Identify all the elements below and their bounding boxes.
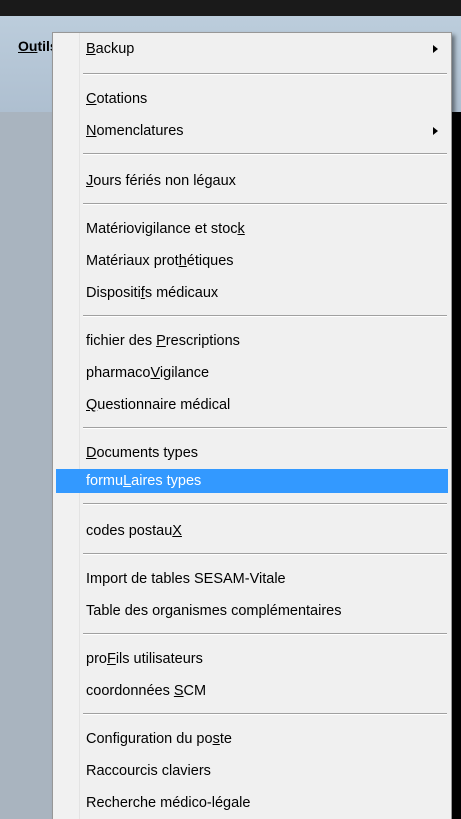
menu-separator xyxy=(83,633,447,635)
menu-item-label-pre: Raccourcis claviers xyxy=(86,763,211,779)
menu-separator xyxy=(83,203,447,205)
menu-item-label-post: ours fériés non légaux xyxy=(93,173,236,189)
menu-item-accel: Q xyxy=(86,397,98,413)
menu-item-accel: S xyxy=(173,683,184,699)
menu-separator xyxy=(83,427,447,429)
menu-item-label-post: igilance xyxy=(159,365,210,381)
menu-item-label-pre: Configuration du po xyxy=(86,731,213,747)
menu-separator xyxy=(83,153,447,155)
menu-item-label-pre: coordonnées xyxy=(86,683,174,699)
menu-item-label-post: CM xyxy=(183,683,207,699)
menu-item-label-post: ils utilisateurs xyxy=(115,651,203,667)
menu-item-accel: s xyxy=(212,731,220,747)
menu-item-accel: P xyxy=(156,333,166,349)
menu-item-pharmacovigilance[interactable]: pharmacoVigilance xyxy=(56,361,448,385)
menu-item-configuration-poste[interactable]: Configuration du poste xyxy=(56,727,448,751)
left-pane xyxy=(0,112,53,819)
menu-item-raccourcis-claviers[interactable]: Raccourcis claviers xyxy=(56,759,448,783)
menu-item-label-post: ackup xyxy=(95,41,135,57)
menu-item-label-pre: Matériaux prot xyxy=(86,253,179,269)
menu-item-label-post: omenclatures xyxy=(96,123,184,139)
menu-separator xyxy=(83,73,447,75)
menu-item-fichier-prescriptions[interactable]: fichier des Prescriptions xyxy=(56,329,448,353)
menu-item-codes-postaux[interactable]: codes postauX xyxy=(56,519,448,543)
menu-item-jours-feries[interactable]: Jours fériés non légaux xyxy=(56,169,448,193)
submenu-arrow-icon xyxy=(433,45,438,53)
menu-item-formulaires-types[interactable]: formuLaires types xyxy=(56,469,448,493)
menu-outils-accel: Ou xyxy=(18,38,38,54)
menu-item-label-pre: codes postau xyxy=(86,523,173,539)
menu-item-label-pre: Dispositi xyxy=(86,285,141,301)
menu-item-import-sesam-vitale[interactable]: Import de tables SESAM-Vitale xyxy=(56,567,448,591)
menu-item-label-post: aires types xyxy=(131,473,202,489)
menu-item-label-pre: pro xyxy=(86,651,107,667)
menu-item-organismes-complementaires[interactable]: Table des organismes complémentaires xyxy=(56,599,448,623)
menu-item-label-pre: formu xyxy=(86,473,124,489)
menu-separator xyxy=(83,713,447,715)
menu-item-materiovigilance[interactable]: Matériovigilance et stock xyxy=(56,217,448,241)
menu-item-label-pre: Recherche médico-légale xyxy=(86,795,251,811)
menu-item-coordonnees-scm[interactable]: coordonnées SCM xyxy=(56,679,448,703)
menu-item-label-pre: Import de tables SESAM-Vitale xyxy=(86,571,286,587)
submenu-arrow-icon xyxy=(433,127,438,135)
window-titlebar xyxy=(0,0,461,16)
menu-item-nomenclatures[interactable]: Nomenclatures xyxy=(56,119,448,143)
menu-item-label-post: rescriptions xyxy=(165,333,240,349)
menu-item-accel: B xyxy=(86,41,96,57)
outils-dropdown-menu: Backup Cotations Nomenclatures Jours fér… xyxy=(52,32,452,819)
menu-item-accel: C xyxy=(86,91,97,107)
menu-item-label-post: otations xyxy=(96,91,148,107)
menu-item-cotations[interactable]: Cotations xyxy=(56,87,448,111)
menu-item-accel: h xyxy=(178,253,187,269)
menu-item-accel: N xyxy=(86,123,97,139)
menu-item-accel: L xyxy=(123,473,132,489)
menu-item-label-pre: fichier des xyxy=(86,333,157,349)
menu-item-label-post: ocuments types xyxy=(96,445,199,461)
menu-item-label-post: s médicaux xyxy=(144,285,219,301)
menu-item-label-post: étiques xyxy=(186,253,234,269)
menu-item-label-post: te xyxy=(219,731,232,747)
menu-item-recherche-medico-legale[interactable]: Recherche médico-légale xyxy=(56,791,448,815)
menu-item-accel: D xyxy=(86,445,97,461)
menu-separator xyxy=(83,315,447,317)
menu-item-backup[interactable]: Backup xyxy=(56,37,448,61)
menu-item-accel: V xyxy=(150,365,160,381)
menu-item-profils-utilisateurs[interactable]: proFils utilisateurs xyxy=(56,647,448,671)
menu-item-label-pre: Matériovigilance et stoc xyxy=(86,221,238,237)
menu-item-label-pre: pharmaco xyxy=(86,365,151,381)
menu-separator xyxy=(83,503,447,505)
menu-item-accel: X xyxy=(172,523,182,539)
menu-separator xyxy=(83,553,447,555)
menu-item-label-pre: Table des organismes complémentaires xyxy=(86,603,342,619)
menu-item-accel: k xyxy=(237,221,245,237)
menu-item-materiaux-prothetiques[interactable]: Matériaux prothétiques xyxy=(56,249,448,273)
menu-item-questionnaire-medical[interactable]: Questionnaire médical xyxy=(56,393,448,417)
menu-item-dispositifs-medicaux[interactable]: Dispositifs médicaux xyxy=(56,281,448,305)
menu-item-accel: F xyxy=(106,651,116,667)
menu-item-documents-types[interactable]: Documents types xyxy=(56,441,448,465)
menu-item-label-post: uestionnaire médical xyxy=(97,397,231,413)
